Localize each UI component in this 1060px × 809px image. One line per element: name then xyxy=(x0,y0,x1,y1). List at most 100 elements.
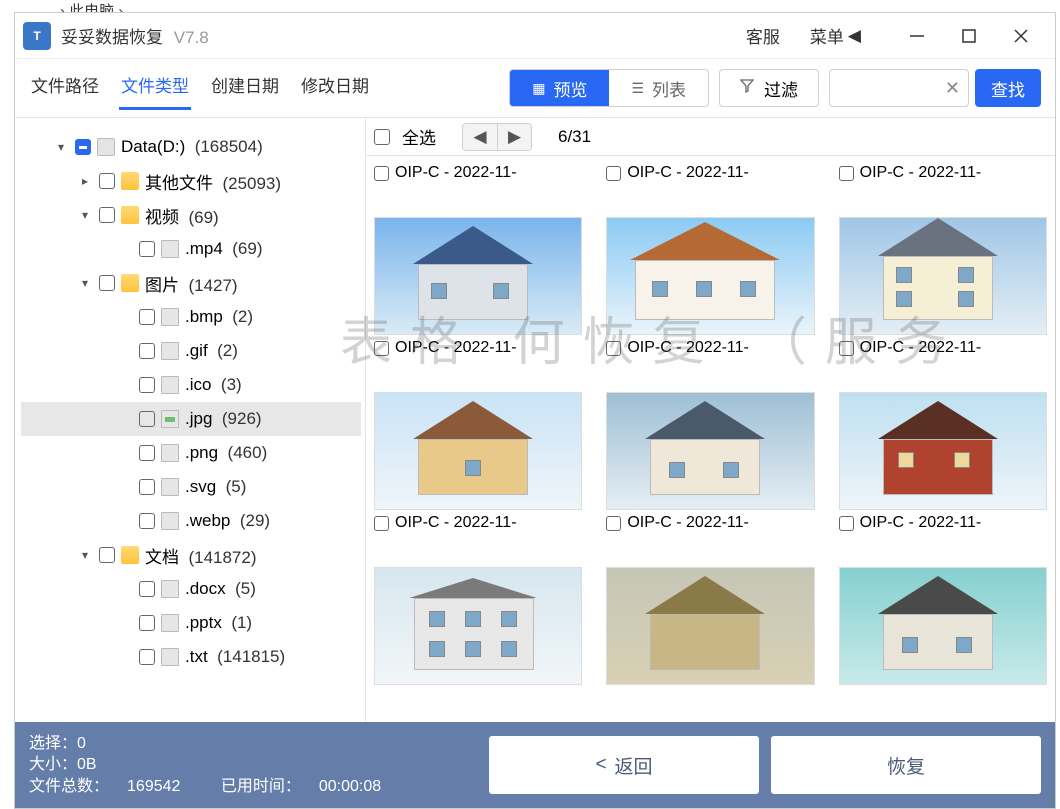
item-checkbox[interactable] xyxy=(839,341,854,356)
tree-node-video[interactable]: ▾ 视频 (69) xyxy=(21,198,361,232)
tree-leaf-bmp[interactable]: .bmp (2) xyxy=(21,300,361,334)
file-icon xyxy=(161,580,179,598)
grid-item[interactable] xyxy=(606,567,814,714)
chevron-down-icon[interactable]: ▾ xyxy=(53,140,69,154)
close-button[interactable] xyxy=(995,16,1047,56)
menu-link[interactable]: 菜单 ◀ xyxy=(810,23,861,48)
tree-leaf-webp[interactable]: .webp (29) xyxy=(21,504,361,538)
view-tabs: 文件路径 文件类型 创建日期 修改日期 xyxy=(29,66,371,110)
thumbnail[interactable] xyxy=(374,567,582,685)
tree-leaf-mp4[interactable]: .mp4 (69) xyxy=(21,232,361,266)
search-button[interactable]: 查找 xyxy=(975,69,1041,107)
item-checkbox[interactable] xyxy=(374,516,389,531)
item-caption: OIP-C - 2022-11- xyxy=(860,164,982,182)
thumbnail[interactable] xyxy=(839,392,1047,510)
tab-file-path[interactable]: 文件路径 xyxy=(29,66,101,110)
grid-item[interactable]: OIP-C - 2022-11- xyxy=(374,217,582,388)
select-all-checkbox[interactable] xyxy=(374,129,390,145)
tree-checkbox[interactable] xyxy=(139,309,155,325)
chevron-down-icon[interactable]: ▾ xyxy=(77,276,93,290)
preview-mode-button[interactable]: ▦ 预览 xyxy=(510,70,609,106)
tree-checkbox[interactable] xyxy=(75,139,91,155)
tree-checkbox[interactable] xyxy=(139,513,155,529)
tree-checkbox[interactable] xyxy=(139,615,155,631)
tab-file-type[interactable]: 文件类型 xyxy=(119,66,191,110)
tree-checkbox[interactable] xyxy=(139,377,155,393)
grid-icon: ▦ xyxy=(532,80,545,97)
tree-checkbox[interactable] xyxy=(139,343,155,359)
tree-leaf-txt[interactable]: .txt (141815) xyxy=(21,640,361,674)
tree-leaf-gif[interactable]: .gif (2) xyxy=(21,334,361,368)
item-checkbox[interactable] xyxy=(374,166,389,181)
tree-checkbox[interactable] xyxy=(139,649,155,665)
thumbnail[interactable] xyxy=(606,392,814,510)
grid-item[interactable] xyxy=(374,567,582,714)
item-checkbox[interactable] xyxy=(839,166,854,181)
next-page-button[interactable]: ▶ xyxy=(497,124,531,150)
tab-create-date[interactable]: 创建日期 xyxy=(209,66,281,110)
tree-leaf-docx[interactable]: .docx (5) xyxy=(21,572,361,606)
tree-node-image[interactable]: ▾ 图片 (1427) xyxy=(21,266,361,300)
item-checkbox[interactable] xyxy=(374,341,389,356)
back-button[interactable]: < 返回 xyxy=(489,736,759,794)
tree-checkbox[interactable] xyxy=(99,547,115,563)
thumbnail[interactable] xyxy=(606,567,814,685)
grid-item[interactable]: OIP-C - 2022-11- xyxy=(839,217,1047,388)
tree-checkbox[interactable] xyxy=(139,581,155,597)
grid-item[interactable]: OIP-C - 2022-11- xyxy=(839,160,1047,213)
maximize-button[interactable] xyxy=(943,16,995,56)
tab-modify-date[interactable]: 修改日期 xyxy=(299,66,371,110)
minimize-icon xyxy=(909,28,925,44)
thumbnail[interactable] xyxy=(839,217,1047,335)
item-caption: OIP-C - 2022-11- xyxy=(395,514,517,532)
folder-icon xyxy=(121,172,139,190)
tree-leaf-svg[interactable]: .svg (5) xyxy=(21,470,361,504)
tree-leaf-pptx[interactable]: .pptx (1) xyxy=(21,606,361,640)
tree-root-data-d[interactable]: ▾ Data(D:) (168504) xyxy=(21,130,361,164)
chevron-down-icon[interactable]: ▾ xyxy=(77,208,93,222)
tree-checkbox[interactable] xyxy=(139,445,155,461)
tree-checkbox[interactable] xyxy=(99,275,115,291)
search-input[interactable] xyxy=(838,80,945,97)
thumbnail-grid[interactable]: OIP-C - 2022-11- OIP-C - 2022-11- OIP-C … xyxy=(366,156,1055,722)
tree-checkbox[interactable] xyxy=(139,241,155,257)
thumbnail[interactable] xyxy=(839,567,1047,685)
grid-item[interactable]: OIP-C - 2022-11- xyxy=(374,160,582,213)
grid-item[interactable]: OIP-C - 2022-11- xyxy=(606,392,814,563)
tree-checkbox[interactable] xyxy=(99,173,115,189)
item-checkbox[interactable] xyxy=(606,166,621,181)
customer-service-link[interactable]: 客服 xyxy=(746,23,780,48)
tree-pane[interactable]: ▾ Data(D:) (168504) ▸ 其他文件 (25093) ▾ 视频 … xyxy=(15,118,365,722)
tree-leaf-png[interactable]: .png (460) xyxy=(21,436,361,470)
minimize-button[interactable] xyxy=(891,16,943,56)
tree-checkbox[interactable] xyxy=(99,207,115,223)
item-caption: OIP-C - 2022-11- xyxy=(627,164,749,182)
thumbnail[interactable] xyxy=(606,217,814,335)
recover-button[interactable]: 恢复 xyxy=(771,736,1041,794)
tree-checkbox[interactable] xyxy=(139,479,155,495)
select-all-label[interactable]: 全选 xyxy=(402,124,436,149)
tree-leaf-ico[interactable]: .ico (3) xyxy=(21,368,361,402)
chevron-right-icon[interactable]: ▸ xyxy=(77,174,93,188)
grid-item[interactable] xyxy=(839,567,1047,714)
tree-node-document[interactable]: ▾ 文档 (141872) xyxy=(21,538,361,572)
thumbnail[interactable] xyxy=(374,392,582,510)
tree-node-other-files[interactable]: ▸ 其他文件 (25093) xyxy=(21,164,361,198)
grid-item[interactable]: OIP-C - 2022-11- xyxy=(839,392,1047,563)
grid-item[interactable]: OIP-C - 2022-11- xyxy=(374,392,582,563)
tree-leaf-jpg[interactable]: .jpg (926) xyxy=(21,402,361,436)
prev-page-button[interactable]: ◀ xyxy=(463,124,497,150)
footer-bar: 选择：0 大小：0B 文件总数：169542 已用时间：00:00:08 < 返… xyxy=(15,722,1055,808)
item-checkbox[interactable] xyxy=(606,516,621,531)
clear-search-icon[interactable]: ✕ xyxy=(945,78,960,99)
grid-item[interactable]: OIP-C - 2022-11- xyxy=(606,160,814,213)
item-caption: OIP-C - 2022-11- xyxy=(395,339,517,357)
item-checkbox[interactable] xyxy=(606,341,621,356)
tree-checkbox[interactable] xyxy=(139,411,155,427)
item-checkbox[interactable] xyxy=(839,516,854,531)
filter-button[interactable]: 过滤 xyxy=(719,69,819,107)
list-mode-button[interactable]: ☰ 列表 xyxy=(609,70,708,106)
thumbnail[interactable] xyxy=(374,217,582,335)
chevron-down-icon[interactable]: ▾ xyxy=(77,548,93,562)
grid-item[interactable]: OIP-C - 2022-11- xyxy=(606,217,814,388)
